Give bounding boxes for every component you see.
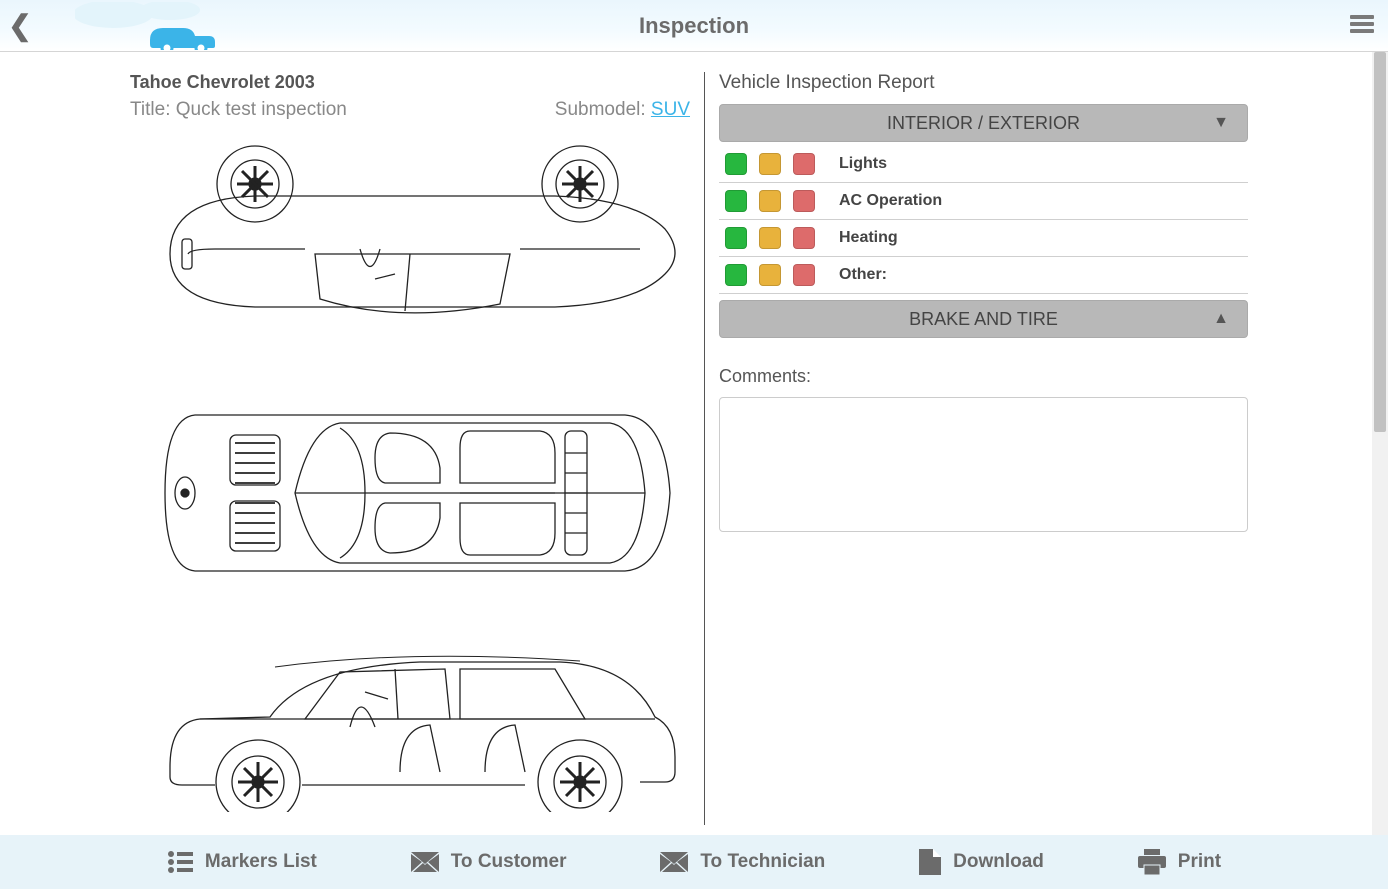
footer-bar: Markers List To Customer To Technician D…	[0, 835, 1388, 889]
report-title: Vehicle Inspection Report	[719, 72, 1248, 94]
scrollbar-thumb[interactable]	[1374, 52, 1386, 432]
markers-list-button[interactable]: Markers List	[167, 850, 317, 874]
status-red[interactable]	[793, 227, 815, 249]
comments-label: Comments:	[719, 366, 1248, 387]
scrollbar[interactable]	[1372, 52, 1388, 835]
menu-button[interactable]	[1350, 12, 1374, 36]
mail-icon	[660, 852, 688, 872]
download-button[interactable]: Download	[919, 849, 1044, 875]
app-logo	[75, 2, 225, 55]
check-row-heating: Heating	[719, 220, 1248, 257]
to-technician-button[interactable]: To Technician	[660, 851, 825, 873]
inspection-title: Title: Quck test inspection	[130, 99, 347, 121]
section-brake-tire[interactable]: BRAKE AND TIRE ▲	[719, 300, 1248, 338]
list-icon	[167, 850, 193, 874]
column-divider	[704, 72, 705, 825]
check-row-ac: AC Operation	[719, 183, 1248, 220]
car-top-view[interactable]	[140, 373, 680, 613]
print-icon	[1138, 849, 1166, 875]
submodel: Submodel: SUV	[555, 99, 690, 121]
status-green[interactable]	[725, 227, 747, 249]
submodel-link[interactable]: SUV	[651, 99, 690, 120]
vehicle-diagrams[interactable]	[130, 139, 690, 812]
check-row-lights: Lights	[719, 146, 1248, 183]
status-yellow[interactable]	[759, 190, 781, 212]
section-interior-exterior[interactable]: INTERIOR / EXTERIOR ▼	[719, 104, 1248, 142]
back-button[interactable]: ❮	[0, 9, 40, 42]
print-button[interactable]: Print	[1138, 849, 1221, 875]
top-bar: ❮ Inspection	[0, 0, 1388, 52]
car-side-view[interactable]	[140, 627, 680, 812]
status-red[interactable]	[793, 153, 815, 175]
status-red[interactable]	[793, 264, 815, 286]
comments-input[interactable]	[719, 397, 1248, 532]
status-yellow[interactable]	[759, 227, 781, 249]
vehicle-name: Tahoe Chevrolet 2003	[130, 72, 690, 93]
status-red[interactable]	[793, 190, 815, 212]
check-row-other: Other:	[719, 257, 1248, 294]
check-label: Other:	[839, 266, 887, 284]
page-title: Inspection	[639, 13, 749, 39]
status-green[interactable]	[725, 153, 747, 175]
status-yellow[interactable]	[759, 153, 781, 175]
check-label: AC Operation	[839, 192, 942, 210]
car-bottom-view[interactable]	[140, 139, 680, 359]
status-yellow[interactable]	[759, 264, 781, 286]
mail-icon	[411, 852, 439, 872]
document-icon	[919, 849, 941, 875]
to-customer-button[interactable]: To Customer	[411, 851, 567, 873]
check-label: Lights	[839, 155, 887, 173]
chevron-up-icon: ▲	[1213, 310, 1229, 328]
status-green[interactable]	[725, 264, 747, 286]
chevron-down-icon: ▼	[1213, 114, 1229, 132]
check-label: Heating	[839, 229, 898, 247]
status-green[interactable]	[725, 190, 747, 212]
